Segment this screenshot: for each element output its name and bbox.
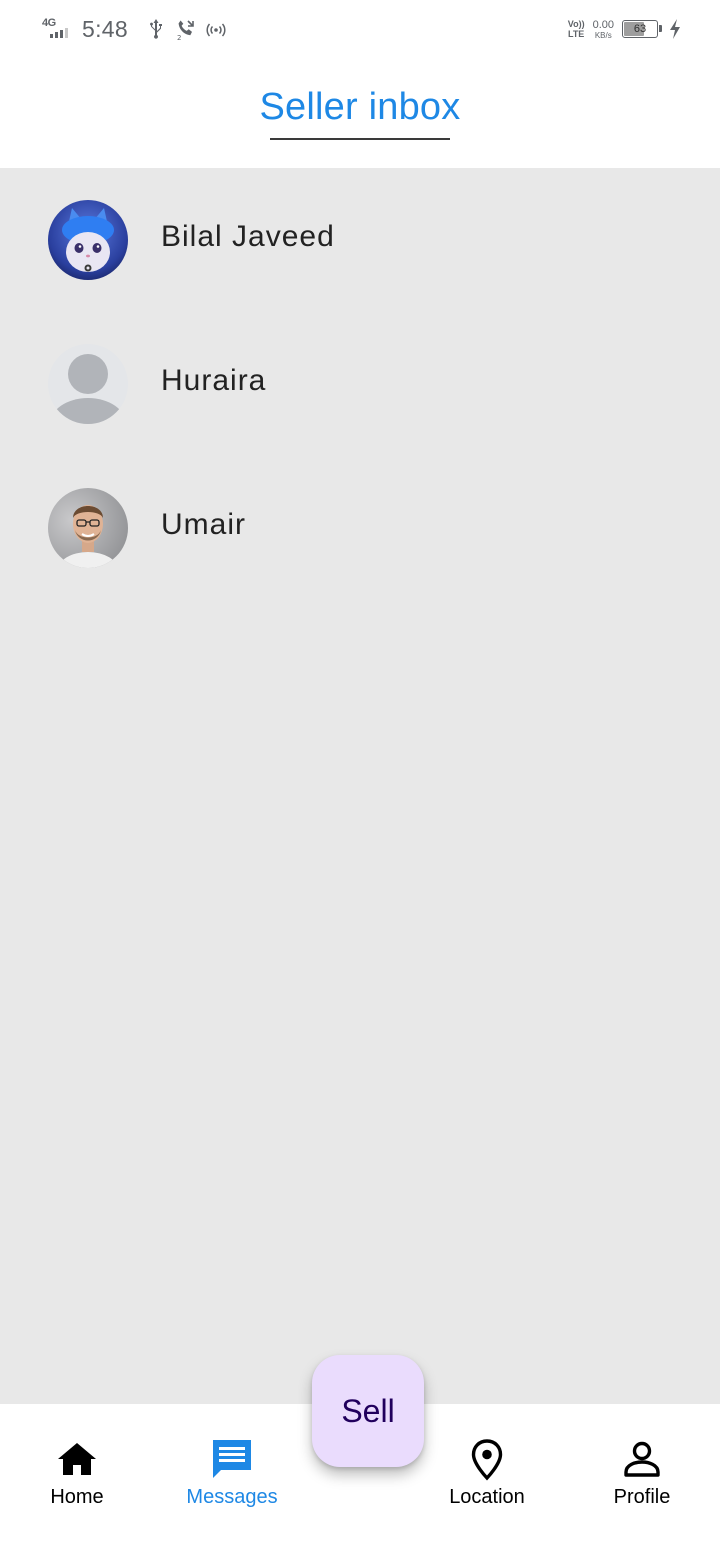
nav-label: Location: [449, 1486, 525, 1508]
nav-label: Profile: [613, 1486, 671, 1508]
status-time: 5:48: [82, 15, 128, 42]
contact-name: Umair: [161, 508, 246, 541]
status-bar: 4G 5:48 2 Vo)) LTE 0.00 KB/s 63: [0, 0, 720, 58]
status-right: Vo)) LTE 0.00 KB/s 63: [568, 14, 682, 44]
battery-icon: 63: [622, 20, 662, 38]
status-left: 4G 5:48 2: [42, 14, 234, 44]
home-icon: [58, 1443, 96, 1475]
contact-name: Huraira: [161, 364, 267, 397]
nav-item-messages[interactable]: Messages: [167, 1438, 297, 1518]
person-icon: [624, 1441, 660, 1477]
contact-row-huraira[interactable]: Huraira: [0, 312, 720, 456]
contact-row-bilal-javeed[interactable]: Bilal Javeed: [0, 168, 720, 312]
contact-row-umair[interactable]: Umair: [0, 456, 720, 600]
page-title: Seller inbox: [259, 86, 461, 128]
svg-text:2: 2: [177, 34, 181, 41]
battery-level: 63: [633, 23, 647, 35]
title-underline: [270, 138, 450, 140]
location-pin-icon: [471, 1439, 503, 1481]
default-avatar: [48, 344, 128, 424]
charging-icon: [670, 19, 680, 39]
contact-list: Bilal Javeed Huraira Umair: [0, 168, 720, 1404]
nav-item-location[interactable]: Location: [422, 1438, 552, 1518]
hotspot-icon: [206, 23, 226, 37]
volte-indicator: Vo)) LTE: [567, 19, 585, 39]
usb-icon: [149, 19, 162, 39]
message-icon: [213, 1440, 251, 1478]
contact-name: Bilal Javeed: [161, 220, 335, 253]
nav-item-profile[interactable]: Profile: [577, 1438, 707, 1518]
nav-item-home[interactable]: Home: [12, 1438, 142, 1518]
nav-label: Home: [50, 1486, 104, 1508]
sell-label: Sell: [341, 1392, 395, 1429]
app-bar: Seller inbox: [0, 58, 720, 168]
signal-icon: 4G: [42, 17, 74, 41]
cat-avatar: [48, 200, 128, 280]
network-speed: 0.00 KB/s: [592, 18, 614, 40]
nav-label: Messages: [186, 1486, 278, 1508]
call-icon: 2: [177, 20, 194, 41]
sell-button[interactable]: Sell: [312, 1355, 424, 1467]
photo-avatar: [48, 488, 128, 568]
